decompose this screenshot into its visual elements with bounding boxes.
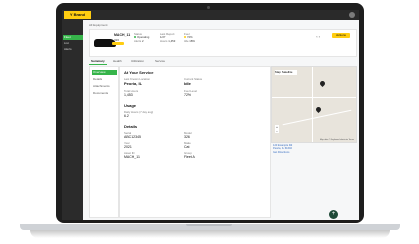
user-avatar-icon[interactable] xyxy=(349,12,355,18)
map-type-toggle[interactable]: Map Satellite xyxy=(275,70,297,75)
section-overview[interactable]: Overview xyxy=(92,70,117,75)
help-fab-icon[interactable]: + xyxy=(329,210,338,219)
zoom-control[interactable]: + − xyxy=(275,125,279,133)
app-screen: Y Brand Fleet List Alerts All Equipment … xyxy=(62,10,359,220)
laptop-shadow xyxy=(30,230,390,238)
status-badge xyxy=(112,42,124,45)
field-value: 1,453 xyxy=(124,93,133,97)
section-title: Usage xyxy=(124,103,137,108)
meta-value: 18% xyxy=(189,38,195,43)
meta-value: 2 xyxy=(141,38,144,43)
field-value: ABC12345 xyxy=(124,135,141,139)
field-value: Idle xyxy=(184,81,191,86)
top-bar: Y Brand xyxy=(62,10,359,20)
map-toggle-map[interactable]: Map xyxy=(275,70,281,74)
directions-link[interactable]: Get Directions xyxy=(273,151,292,154)
meta-key: Idle xyxy=(184,38,189,43)
side-nav: Fleet List Alerts xyxy=(62,20,83,220)
section-details[interactable]: Details xyxy=(92,77,117,82)
tab-bar: Summary Health Utilization Service xyxy=(89,58,355,65)
section-attachments[interactable]: Attachments xyxy=(92,84,117,89)
map-road xyxy=(312,67,313,142)
meta-col-1: Status Operating Alerts 2 xyxy=(134,32,149,43)
meta-key: Alerts xyxy=(134,38,142,43)
actions-button[interactable]: Actions xyxy=(332,33,350,38)
webcam xyxy=(207,6,210,9)
field-value: 326 xyxy=(184,135,190,139)
info-card: At Your Service Last Known Location Peor… xyxy=(119,66,271,218)
breadcrumb[interactable]: All Equipment xyxy=(89,23,108,27)
location-map[interactable]: Map Satellite + − Map data © Keyboard sho… xyxy=(271,66,357,143)
location-pin-icon[interactable] xyxy=(314,105,323,114)
meta-col-2: Last Report 1/27 Hours 1,453 xyxy=(160,32,176,43)
map-toggle-satellite[interactable]: Satellite xyxy=(282,70,293,74)
sidebar-item-list[interactable]: List xyxy=(63,41,83,46)
section-title: Details xyxy=(124,124,138,129)
field-value: Cat xyxy=(184,145,190,149)
tab-health[interactable]: Health xyxy=(111,58,124,64)
map-attribution: Map data © Keyboard shortcuts Terms xyxy=(319,139,354,141)
zoom-out-icon[interactable]: − xyxy=(275,129,279,133)
tab-utilization[interactable]: Utilization xyxy=(129,58,146,64)
sidebar-item-alerts[interactable]: Alerts xyxy=(63,47,83,52)
meta-col-3: Fuel 72% Idle 18% xyxy=(184,32,195,43)
machine-name: MACH_11 xyxy=(114,33,131,37)
tab-summary[interactable]: Summary xyxy=(89,58,107,65)
main-content: All Equipment MACH_11 326 Status Operati… xyxy=(83,20,359,220)
section-documents[interactable]: Documents xyxy=(92,91,117,96)
laptop-notch xyxy=(186,224,232,226)
location-pin-icon[interactable] xyxy=(318,79,327,88)
section-title: At Your Service xyxy=(124,70,154,75)
location-address: 123 Example Rd Peoria, IL 61602 Get Dire… xyxy=(273,144,292,154)
sidebar-item-fleet[interactable]: Fleet xyxy=(63,35,83,40)
brand-logo[interactable]: Y Brand xyxy=(64,11,91,19)
field-value: MACH_11 xyxy=(124,155,140,159)
field-value: 2021 xyxy=(124,145,132,149)
machine-header: MACH_11 326 Status Operating Alerts 2 La… xyxy=(89,29,357,57)
field-value: 6.2 xyxy=(124,114,129,118)
section-nav: Overview Details Attachments Documents xyxy=(89,66,119,218)
meta-value: 1,453 xyxy=(168,38,176,43)
map-road xyxy=(272,97,356,98)
meta-key: Hours xyxy=(160,38,168,43)
field-value: Peoria, IL xyxy=(124,81,143,86)
field-value: Fleet A xyxy=(184,155,195,159)
tab-service[interactable]: Service xyxy=(153,58,167,64)
prev-next-arrows-icon[interactable]: ‹ › xyxy=(316,34,320,39)
field-value: 72% xyxy=(184,93,192,97)
